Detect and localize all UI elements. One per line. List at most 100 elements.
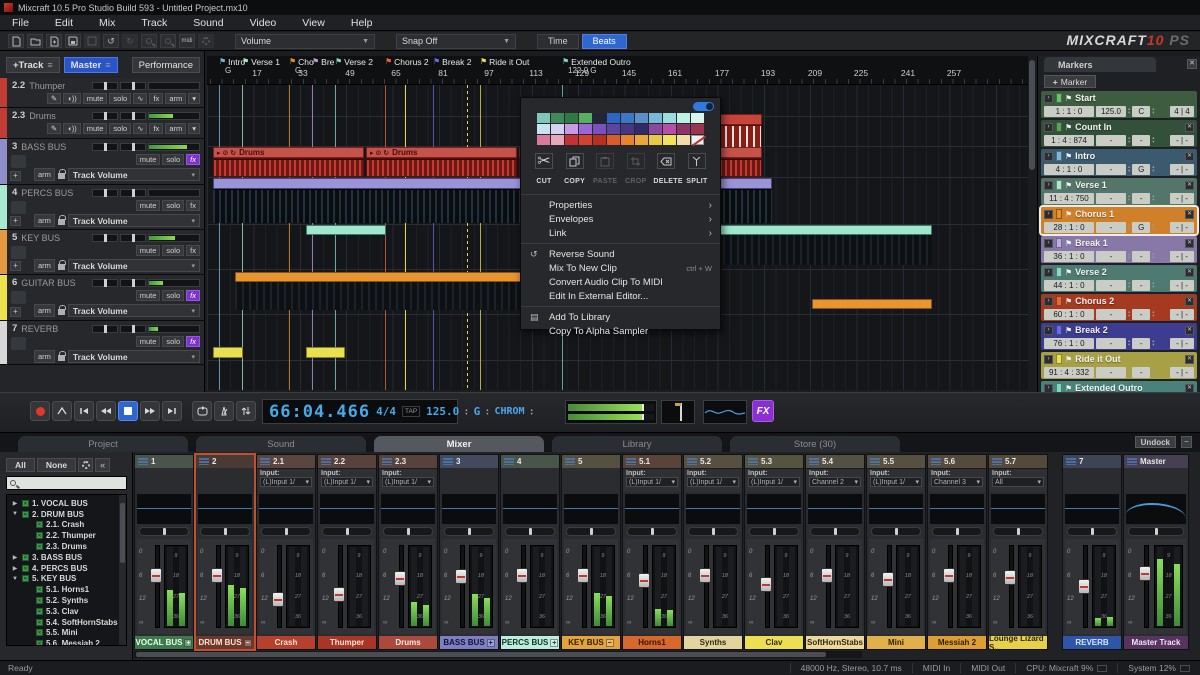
channel-pan-slider[interactable] [566, 527, 616, 536]
delete-marker-button[interactable]: ✕ [1185, 123, 1194, 132]
track-volume-dropdown[interactable]: Track Volume▾ [68, 350, 200, 363]
color-swatch[interactable] [579, 135, 592, 145]
channel-header[interactable]: 5.4 [806, 455, 864, 468]
track-checkbox[interactable]: ✕ [36, 597, 43, 604]
rewind-button[interactable] [96, 401, 116, 421]
key-spinner[interactable]: ▴▾ [1152, 368, 1154, 376]
channel-name-label[interactable]: Synths [684, 636, 742, 649]
solo-button[interactable]: solo [109, 93, 131, 104]
input-dropdown[interactable]: Channel 2▾ [809, 477, 861, 487]
marker-color-chip[interactable] [1056, 122, 1062, 132]
marker-position-field[interactable]: 60 : 1 : 0 [1044, 309, 1094, 320]
track-checkbox[interactable]: ✕ [36, 586, 43, 593]
lock-icon[interactable] [58, 264, 65, 270]
marker-timesig-field[interactable]: 4 | 4 [1170, 106, 1194, 117]
tree-item[interactable]: ✕ 2.1. Crash [11, 520, 126, 531]
arm-button[interactable]: arm [34, 304, 55, 317]
mixer-search-input[interactable] [6, 476, 127, 490]
channel-eq-display[interactable] [625, 494, 679, 524]
timeline-marker-flag[interactable]: ⚑ Chorus 2 [385, 57, 429, 67]
marker-key-field[interactable]: - [1132, 367, 1150, 378]
tree-item[interactable]: ▼ ✕ 5. KEY BUS [11, 574, 126, 585]
marker-key-field[interactable]: - [1132, 251, 1150, 262]
delete-marker-button[interactable]: ✕ [1185, 152, 1194, 161]
context-menu-item[interactable]: Copy To Alpha Sampler [521, 324, 720, 338]
tree-item[interactable]: ✕ 5.1. Horns1 [11, 584, 126, 595]
color-swatch[interactable] [537, 135, 550, 145]
go-to-end-button[interactable] [162, 401, 182, 421]
key-spinner[interactable]: ▴▾ [1152, 339, 1154, 347]
marker-color-chip[interactable] [1056, 93, 1062, 103]
channel-eq-display[interactable] [564, 494, 618, 524]
mute-button[interactable]: mute [136, 200, 161, 211]
track-volume-slider[interactable] [92, 279, 118, 287]
track-volume-slider[interactable] [92, 325, 118, 333]
tree-item[interactable]: ✕ 2.2. Thumper [11, 530, 126, 541]
menu-item[interactable]: Sound [193, 17, 223, 29]
playhead[interactable] [405, 85, 406, 390]
undo-icon[interactable]: ↺ [103, 34, 119, 48]
track-header[interactable]: 5 KEY BUS mute solo fx arm [0, 230, 204, 275]
audio-clip[interactable] [213, 158, 364, 177]
fader-handle[interactable] [150, 568, 162, 583]
context-menu-item[interactable]: Convert Audio Clip To MIDI [521, 275, 720, 289]
audio-clip[interactable] [366, 158, 517, 177]
tap-tempo-button[interactable]: TAP [402, 406, 420, 417]
mixer-channel-strip[interactable]: 2 0612∞ 9182736 DRUM BUS [195, 454, 255, 650]
channel-eq-display[interactable] [503, 494, 557, 524]
track-header[interactable]: 2.2 Thumper ✎ ◖)) mute solo ∿ fx arm ▾ [0, 78, 204, 108]
channel-pan-slider[interactable] [1067, 527, 1117, 536]
master-fx-button[interactable]: FX [752, 400, 774, 422]
key-spinner[interactable]: ▴▾ [1152, 252, 1154, 260]
performance-panel-button[interactable]: Performance [132, 57, 200, 73]
color-swatch[interactable] [551, 113, 564, 123]
track-header[interactable]: 2.3 Drums ✎ ◖)) mute solo ∿ fx arm ▾ [0, 108, 204, 139]
color-swatch[interactable] [551, 124, 564, 134]
copy-button[interactable]: COPY [562, 153, 588, 188]
menu-item[interactable]: File [12, 17, 29, 29]
fader-handle[interactable] [333, 587, 345, 602]
mixer-channel-strip[interactable]: 1 0612∞ 9182736 VOCAL BUS [134, 454, 194, 650]
channel-eq-display[interactable] [869, 494, 923, 524]
expand-marker-button[interactable]: › [1044, 210, 1053, 219]
marker-color-chip[interactable] [1056, 267, 1062, 277]
color-swatch[interactable] [621, 113, 634, 123]
mute-button[interactable]: mute [136, 336, 161, 347]
delete-marker-button[interactable]: ✕ [1185, 239, 1194, 248]
expand-marker-button[interactable]: › [1044, 268, 1053, 277]
automation-icon[interactable]: ∿ [133, 123, 147, 134]
channel-eq-display[interactable] [991, 494, 1045, 524]
timeline-ruler[interactable]: ⚑ Intro G ⚑ Verse 1 ⚑ Cho G ⚑ Bre ⚑ Vers… [207, 56, 1028, 85]
marker-tempo-field[interactable]: - [1096, 251, 1126, 262]
tempo-spinner[interactable]: ▴▾ [465, 408, 467, 416]
delete-marker-button[interactable]: ✕ [1185, 326, 1194, 335]
channel-eq-display[interactable] [930, 494, 984, 524]
monitor-speaker-button[interactable]: ◖)) [63, 93, 81, 104]
channel-name-label[interactable]: Master Track [1124, 636, 1188, 649]
expand-marker-button[interactable]: › [1044, 326, 1053, 335]
channel-eq-display[interactable] [808, 494, 862, 524]
time-display[interactable]: 66:04.466 [269, 402, 370, 422]
input-dropdown[interactable]: (L)Input 1/▾ [626, 477, 678, 487]
expand-group-button[interactable]: − [606, 639, 614, 647]
color-swatch[interactable] [677, 135, 690, 145]
input-dropdown[interactable]: (L)Input 1/▾ [687, 477, 739, 487]
time-signature-display[interactable]: 4/4 [376, 405, 396, 418]
mixer-channel-strip[interactable]: 5.1 Input: (L)Input 1/▾ 0612∞ 9182736 [622, 454, 682, 650]
zoom-in-icon[interactable] [141, 34, 157, 48]
color-swatch[interactable] [565, 124, 578, 134]
tempo-spinner[interactable]: ▴▾ [1128, 310, 1130, 318]
fader-handle[interactable] [1078, 579, 1090, 594]
input-dropdown[interactable]: All▾ [992, 477, 1044, 487]
marker-row[interactable]: › ⚑ Extended Outro ✕ 122 : 1 : 0 122.0 ▴… [1041, 381, 1197, 392]
track-checkbox[interactable]: ✕ [36, 608, 43, 615]
channel-header[interactable]: 5 [562, 455, 620, 468]
color-swatch[interactable] [649, 124, 662, 134]
mute-button[interactable]: mute [136, 154, 161, 165]
loop-button[interactable] [192, 401, 212, 421]
channel-name-label[interactable]: Mini [867, 636, 925, 649]
track-header[interactable]: 3 BASS BUS mute solo fx arm [0, 139, 204, 185]
lock-icon[interactable] [58, 355, 65, 361]
mixer-channel-strip[interactable]: 5.7 Input: All▾ 0612∞ 9182736 [988, 454, 1048, 650]
audio-clip[interactable] [213, 347, 243, 358]
